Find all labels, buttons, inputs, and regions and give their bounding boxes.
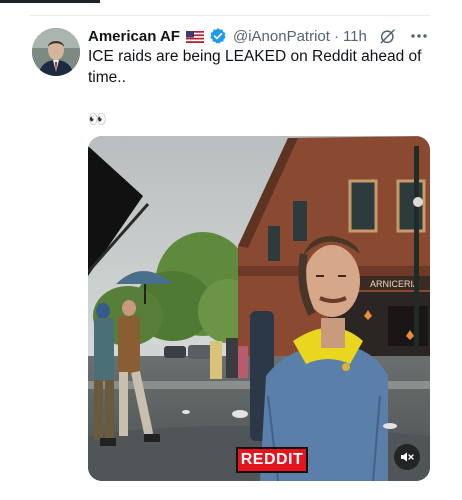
tweet-text-line: time.. — [88, 69, 126, 86]
separator-dot: · — [333, 27, 339, 45]
avatar-image — [32, 28, 80, 76]
tweet-text-line: ICE raids are being LEAKED on Reddit ahe… — [88, 48, 422, 65]
more-options-icon[interactable] — [409, 27, 429, 45]
us-flag-icon — [185, 30, 204, 43]
verified-badge-icon[interactable] — [209, 27, 227, 45]
tweet-video[interactable]: ARNICERIA REDDIT — [88, 136, 430, 481]
tweet-header: American AF @iAnonPatriot · 11h — [88, 25, 442, 47]
volume-muted-icon — [401, 452, 414, 462]
tab-indicator — [0, 0, 100, 3]
tweet-text: ICE raids are being LEAKED on Reddit ahe… — [88, 46, 438, 130]
divider — [30, 15, 430, 16]
display-name[interactable]: American AF — [88, 28, 180, 45]
storefront-sign: ARNICERIA — [370, 279, 419, 289]
video-frame: ARNICERIA — [88, 136, 430, 481]
grok-icon[interactable] — [379, 27, 397, 45]
mute-button[interactable] — [394, 444, 420, 470]
author-handle[interactable]: @iAnonPatriot — [233, 28, 330, 45]
tweet-page: American AF @iAnonPatriot · 11h ICE raid… — [0, 0, 462, 500]
reddit-overlay-label: REDDIT — [236, 447, 308, 473]
timestamp[interactable]: 11h — [343, 28, 367, 45]
eyes-emoji: 👀 — [88, 111, 107, 128]
avatar[interactable] — [32, 28, 80, 76]
